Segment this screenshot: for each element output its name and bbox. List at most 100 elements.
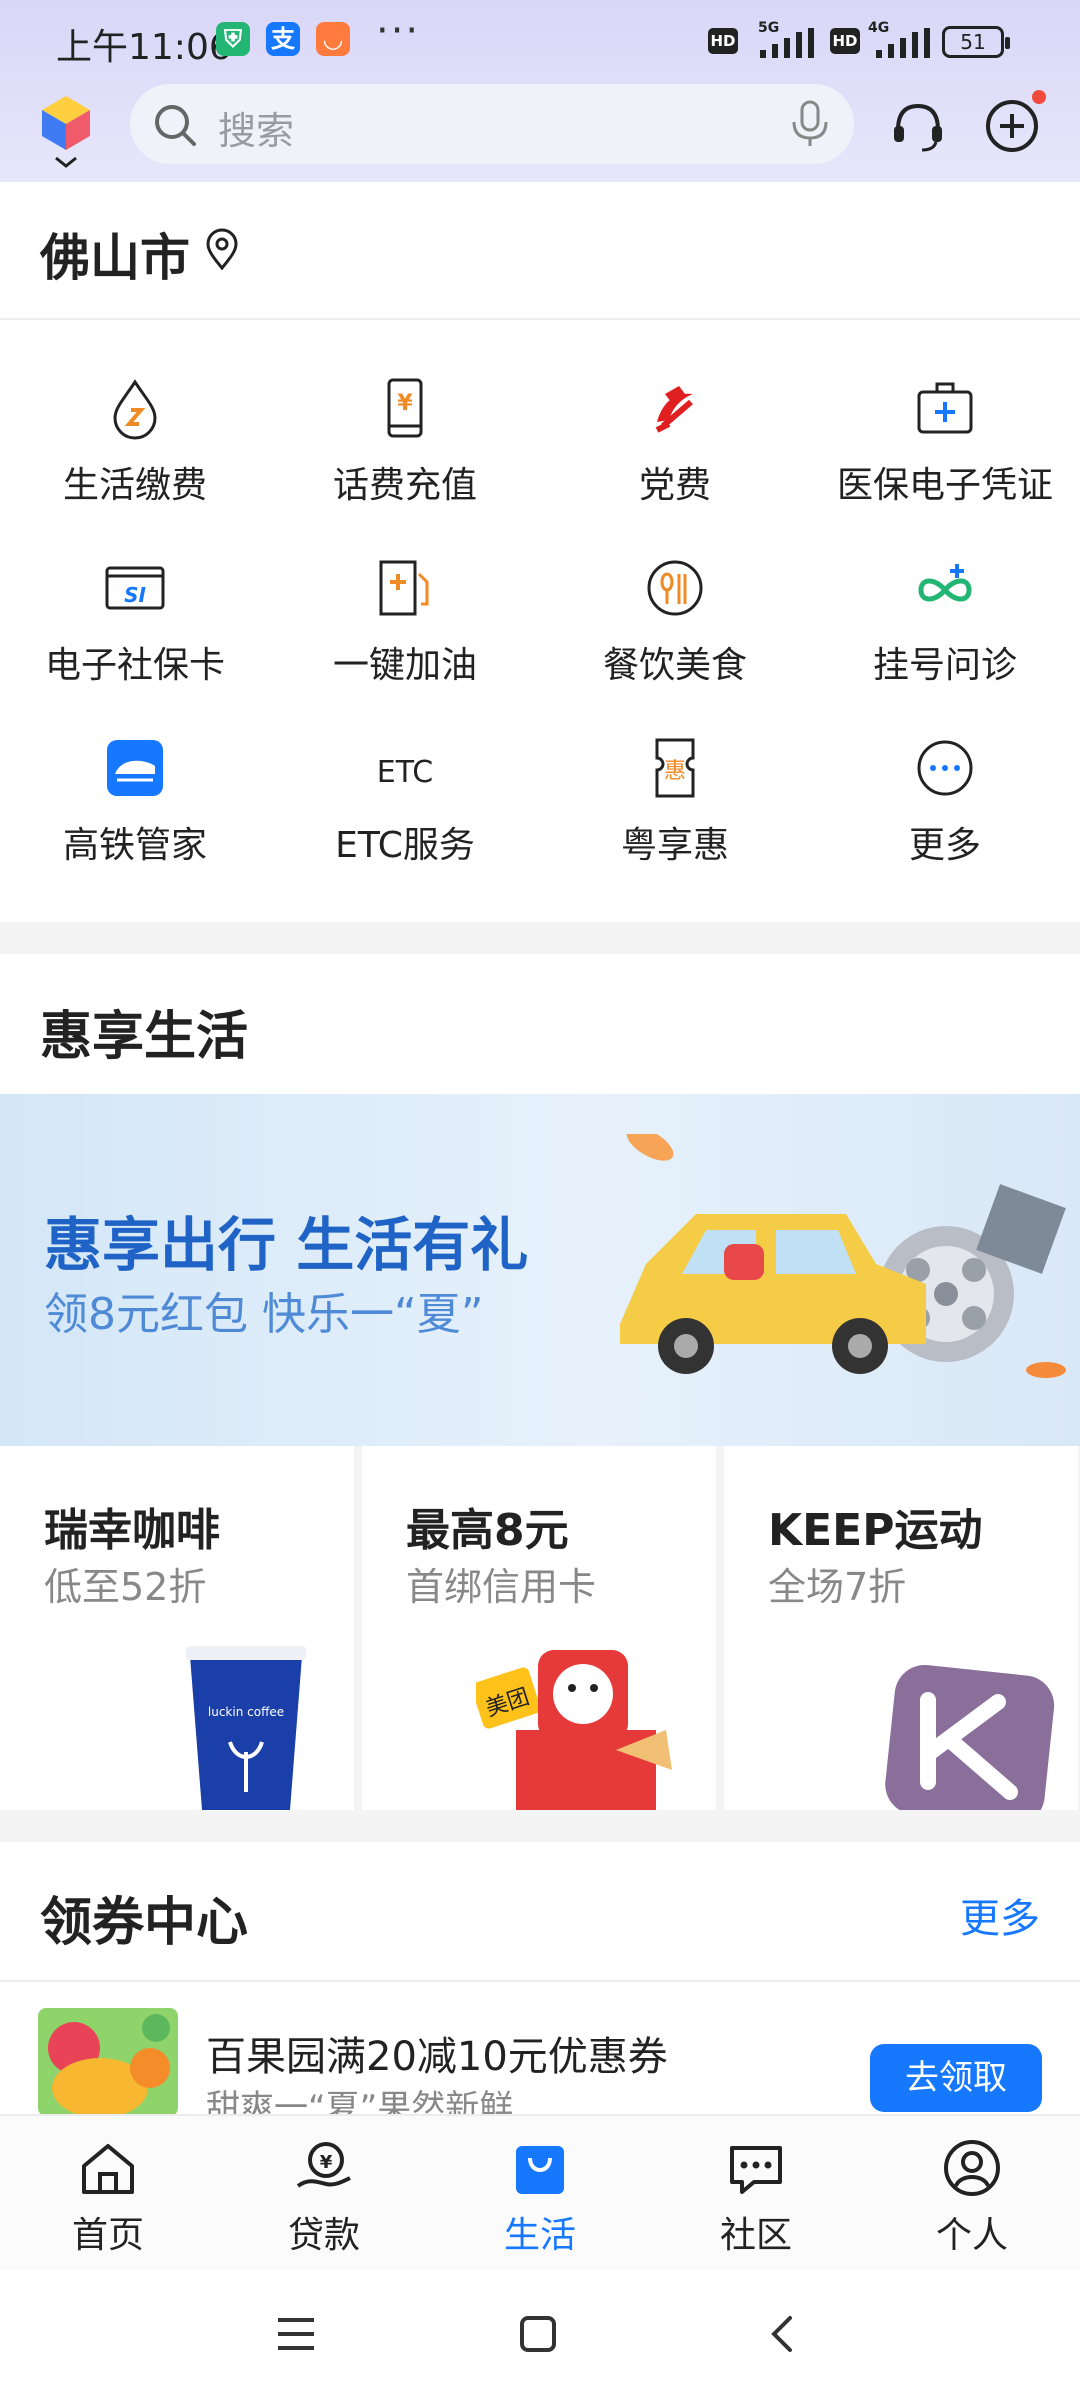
service-label: 党费: [638, 465, 711, 506]
svg-text:ETC: ETC: [377, 755, 433, 790]
service-party-fee[interactable]: 党费: [540, 376, 810, 556]
nav-label: 首页: [71, 2215, 144, 2256]
service-dining[interactable]: 餐饮美食: [540, 556, 810, 736]
promo-card-keep[interactable]: KEEP运动 全场7折: [724, 1446, 1078, 1810]
service-rail[interactable]: 高铁管家: [0, 736, 270, 916]
service-life-payment[interactable]: 生活缴费: [0, 376, 270, 556]
gift-box-icon: 美团: [476, 1650, 672, 1810]
loan-icon: ¥: [296, 2142, 351, 2188]
status-more-icon: ···: [376, 8, 421, 54]
shield-app-icon: ⛨: [216, 22, 250, 56]
coupon-icon: 惠: [655, 738, 695, 798]
service-social-security-card[interactable]: SI 电子社保卡: [0, 556, 270, 736]
service-label: 餐饮美食: [602, 645, 747, 686]
card-subtitle: 低至52折: [44, 1565, 207, 1609]
keep-logo-icon: [885, 1665, 1055, 1810]
svg-text:luckin coffee: luckin coffee: [208, 1705, 284, 1719]
service-label: 挂号问诊: [872, 645, 1017, 686]
location-pin-icon: [206, 228, 238, 271]
service-label: 粤享惠: [620, 825, 729, 866]
banner-subtitle: 领8元红包 快乐一“夏”: [44, 1289, 484, 1340]
section-gap: [0, 922, 1080, 954]
medical-cross-icon: [918, 564, 972, 602]
service-phone-topup[interactable]: ¥ 话费充值: [270, 376, 540, 556]
coupon-more-link[interactable]: 更多: [960, 1886, 1040, 1944]
shopping-app-icon: ◡: [316, 22, 350, 56]
svg-text:¥: ¥: [397, 391, 413, 416]
section-gap: [0, 1810, 1080, 1842]
card-subtitle: 首绑信用卡: [406, 1565, 597, 1609]
service-etc[interactable]: ETC ETC服务: [270, 736, 540, 916]
person-icon: [944, 2140, 1000, 2196]
nav-label: 社区: [719, 2215, 792, 2256]
service-medical-insurance[interactable]: 医保电子凭证: [810, 376, 1080, 556]
back-icon[interactable]: [766, 2314, 796, 2354]
service-label: 一键加油: [332, 645, 477, 686]
promo-cards: 瑞幸咖啡 低至52折 luckin coffee 最高8元 首绑信用卡 美团 K…: [0, 1446, 1080, 1810]
section-title-life: 惠享生活: [40, 1007, 249, 1067]
service-label: 更多: [908, 825, 981, 866]
nav-label: 生活: [503, 2215, 576, 2256]
party-emblem-icon: [655, 386, 693, 433]
nav-profile[interactable]: 个人: [864, 2116, 1080, 2272]
service-more[interactable]: 更多: [810, 736, 1080, 916]
chat-icon: [730, 2146, 782, 2194]
promo-card-credit[interactable]: 最高8元 首绑信用卡 美团: [362, 1446, 716, 1810]
hd-badge: HD: [708, 28, 738, 54]
microphone-icon[interactable]: [788, 100, 832, 148]
svg-text:惠: 惠: [664, 759, 686, 784]
medical-bag-icon: [917, 382, 973, 434]
city-label: 佛山市: [40, 229, 190, 287]
etc-icon: ETC: [377, 755, 433, 790]
service-label: 话费充值: [332, 465, 477, 506]
life-bag-icon: [516, 2146, 564, 2194]
claim-coupon-button[interactable]: 去领取: [870, 2044, 1042, 2112]
more-dots-icon: [917, 740, 973, 796]
battery-indicator: 51: [942, 26, 1010, 58]
coffee-cup-icon: luckin coffee: [186, 1646, 306, 1810]
service-yue-xiang-hui[interactable]: 惠 粤享惠: [540, 736, 810, 916]
service-appointment[interactable]: 挂号问诊: [810, 556, 1080, 736]
customer-service-icon[interactable]: [888, 96, 948, 156]
train-icon: [107, 740, 163, 796]
divider: [0, 318, 1080, 320]
promo-banner[interactable]: 惠享出行 生活有礼 领8元红包 快乐一“夏”: [0, 1094, 1080, 1446]
nav-community[interactable]: 社区: [648, 2116, 864, 2272]
car-illustration-icon: [620, 1134, 1066, 1378]
card-title: 最高8元: [406, 1505, 569, 1556]
service-label: ETC服务: [335, 825, 475, 866]
phone-yuan-icon: ¥: [387, 378, 423, 438]
card-title: KEEP运动: [768, 1505, 983, 1556]
section-title-coupons: 领券中心: [40, 1893, 249, 1953]
promo-card-luckin[interactable]: 瑞幸咖啡 低至52折 luckin coffee: [0, 1446, 354, 1810]
dining-icon: [647, 560, 703, 616]
notification-dot: [1032, 90, 1046, 104]
signal-bars-icon-2: [876, 28, 930, 58]
signal-bars-icon: [760, 28, 814, 58]
hd-badge-2: HD: [830, 28, 860, 54]
menu-icon[interactable]: [276, 2316, 316, 2352]
home-square-icon[interactable]: [518, 2314, 558, 2354]
bottom-navigation: 首页 ¥ 贷款 生活 社区 个人: [0, 2114, 1080, 2270]
nav-home[interactable]: 首页: [0, 2116, 216, 2272]
service-label: 生活缴费: [62, 465, 207, 506]
service-refuel[interactable]: 一键加油: [270, 556, 540, 736]
svg-text:SI: SI: [124, 583, 146, 607]
nav-loan[interactable]: ¥ 贷款: [216, 2116, 432, 2272]
water-drop-icon: [113, 379, 157, 440]
status-bar: 上午11:06 ⛨ 支 ◡ ··· HD 5G HD 4G 51: [0, 0, 1080, 80]
card-title: 瑞幸咖啡: [44, 1505, 220, 1556]
card-subtitle: 全场7折: [768, 1565, 907, 1609]
service-label: 电子社保卡: [44, 645, 225, 686]
coupon-title: 百果园满20减10元优惠券: [206, 2034, 668, 2080]
status-time: 上午11:06: [56, 27, 232, 68]
divider: [0, 1980, 1080, 1982]
app-logo-icon[interactable]: [38, 92, 94, 172]
nav-label: 个人: [935, 2215, 1008, 2256]
service-label: 医保电子凭证: [836, 465, 1053, 506]
fuel-icon: [379, 560, 429, 616]
nav-label: 贷款: [287, 2215, 360, 2256]
search-bar[interactable]: 搜索: [130, 84, 854, 164]
nav-life[interactable]: 生活: [432, 2116, 648, 2272]
add-plus-icon[interactable]: [982, 96, 1042, 156]
